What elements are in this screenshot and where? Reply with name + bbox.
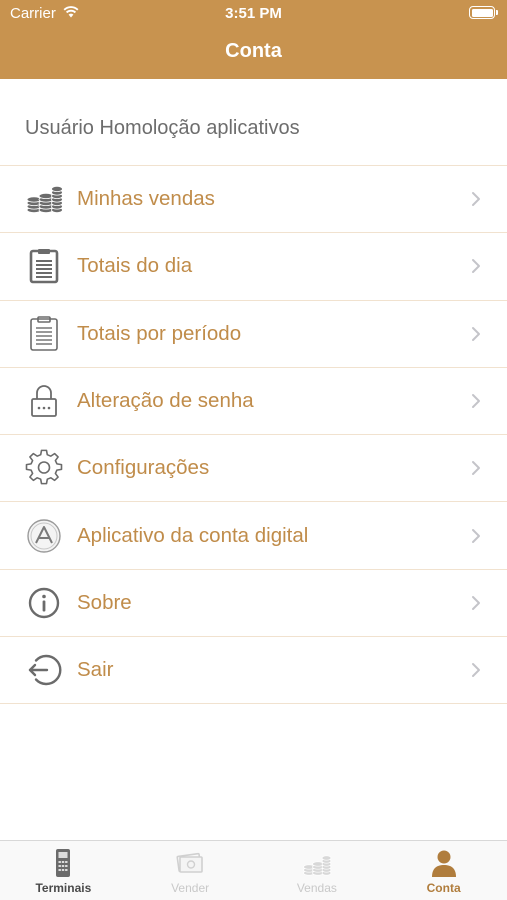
chevron-right-icon [471,460,481,476]
menu-item-totais-do-dia[interactable]: Totais do dia [0,233,507,301]
menu-item-label: Configurações [77,456,210,480]
clipboard-icon [25,247,63,285]
app-logo-icon [25,517,63,555]
cash-icon [175,848,205,878]
status-time: 3:51 PM [225,5,282,22]
tab-vendas[interactable]: Vendas [254,841,381,900]
menu-item-aplicativo-conta-digital[interactable]: Aplicativo da conta digital [0,502,507,570]
tab-conta[interactable]: Conta [380,841,507,900]
menu-item-label: Sair [77,658,114,682]
chevron-right-icon [471,595,481,611]
lock-icon [25,382,63,420]
tab-label: Vendas [296,881,337,895]
menu-item-label: Totais do dia [77,254,193,278]
pos-terminal-icon [48,848,78,878]
menu-item-label: Alteração de senha [77,389,254,413]
menu-item-totais-por-periodo[interactable]: Totais por período [0,301,507,368]
logout-icon [25,651,63,689]
tab-label: Conta [426,881,461,895]
menu-item-label: Aplicativo da conta digital [77,523,309,547]
coins-stack-icon [302,848,332,878]
chevron-right-icon [471,326,481,342]
gear-icon [25,449,63,487]
tab-bar: Terminais Vender Vendas Conta [0,840,507,900]
page-title: Conta [225,40,282,62]
chevron-right-icon [471,393,481,409]
info-icon [25,584,63,622]
navigation-bar: Carrier 3:51 PM Conta [0,0,507,79]
chevron-right-icon [471,258,481,274]
user-header: Usuário Homoloção aplicativos [0,79,507,166]
menu-item-sobre[interactable]: Sobre [0,570,507,638]
account-menu: Minhas vendas Totais do dia Totais por p… [0,166,507,705]
tab-label: Vender [171,881,210,895]
menu-item-minhas-vendas[interactable]: Minhas vendas [0,166,507,234]
person-icon [429,848,459,878]
chevron-right-icon [471,662,481,678]
coins-stack-icon [25,180,63,218]
clipboard-period-icon [25,315,63,353]
menu-item-alteracao-de-senha[interactable]: Alteração de senha [0,368,507,436]
menu-item-label: Sobre [77,590,132,614]
menu-item-configuracoes[interactable]: Configurações [0,435,507,503]
chevron-right-icon [471,191,481,207]
user-name: Usuário Homoloção aplicativos [25,117,300,139]
tab-terminais[interactable]: Terminais [0,841,127,900]
battery-icon [469,6,498,19]
menu-item-sair[interactable]: Sair [0,637,507,705]
chevron-right-icon [471,528,481,544]
menu-item-label: Minhas vendas [77,187,215,211]
status-bar: Carrier 3:51 PM [0,0,507,28]
menu-item-label: Totais por período [77,321,242,345]
tab-label: Terminais [35,881,92,895]
tab-vender[interactable]: Vender [127,841,254,900]
